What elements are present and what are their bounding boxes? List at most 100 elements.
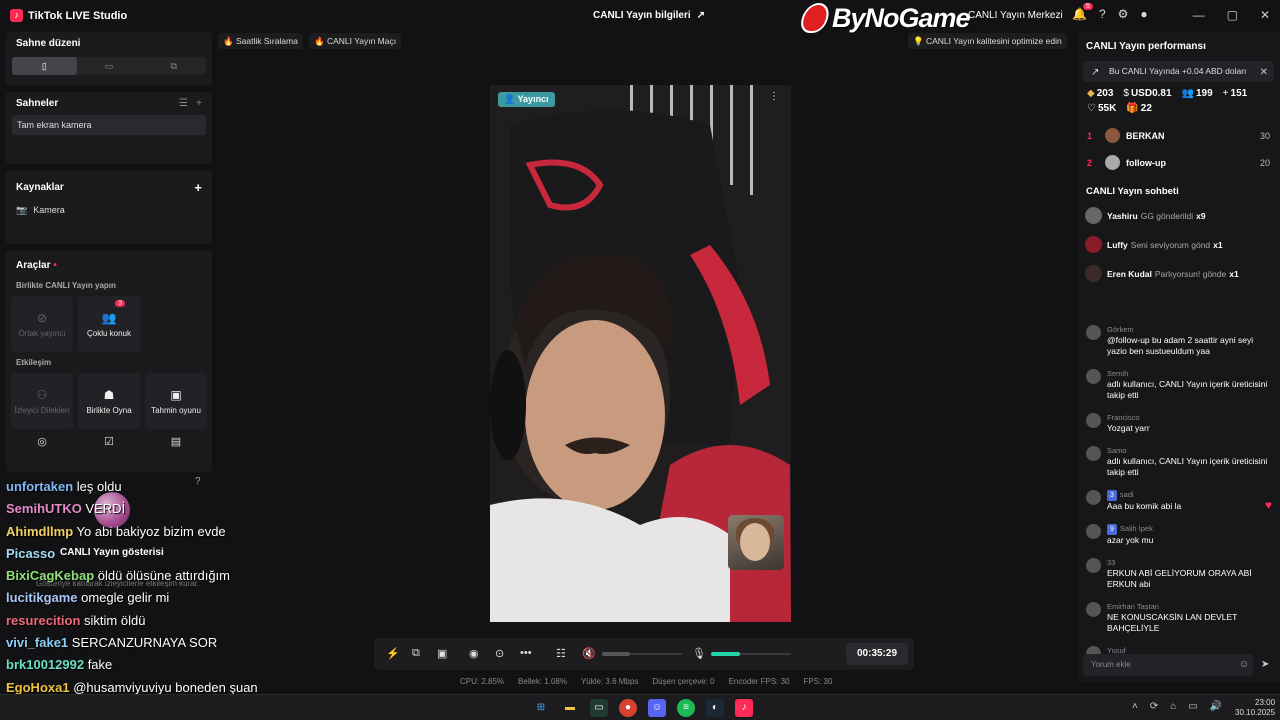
chat-username[interactable]: Semih bbox=[1107, 369, 1128, 378]
overlay-chat-user: EgoHoxa1 bbox=[6, 679, 70, 695]
target-icon[interactable]: ◎ bbox=[11, 435, 73, 448]
chat-username[interactable]: Samo bbox=[1107, 446, 1127, 455]
monitor-icon[interactable]: ▭ bbox=[1188, 701, 1197, 712]
co-host-button[interactable]: ⊘ Ortak yayıncı bbox=[11, 296, 73, 352]
file-explorer-icon[interactable]: ▬ bbox=[561, 699, 579, 717]
help-icon[interactable]: ? bbox=[1099, 7, 1106, 21]
comment-input[interactable]: Yorum ekle bbox=[1083, 654, 1253, 676]
landscape-layout-icon[interactable]: ▭ bbox=[77, 57, 142, 75]
chat-username[interactable]: 33 bbox=[1107, 558, 1115, 567]
multi-guest-button[interactable]: 3 👥 Çoklu konuk bbox=[78, 296, 140, 352]
rank-row[interactable]: 2 follow-up 20 bbox=[1087, 149, 1270, 176]
chrome-icon[interactable]: ● bbox=[619, 699, 637, 717]
speaker-icon[interactable]: 🔊 bbox=[1210, 701, 1222, 712]
add-scene-icon[interactable]: + bbox=[196, 98, 202, 109]
list-icon[interactable]: ☰ bbox=[179, 98, 188, 109]
tools-card: Araçlar • Birlikte CANLI Yayın yapın ⊘ Or… bbox=[6, 250, 212, 472]
taskbar-apps: ⊞ ▬ ▭ ● ☺ ≡ ◐ ♪ bbox=[532, 699, 753, 717]
chat-username[interactable]: Francisco bbox=[1107, 413, 1140, 422]
clock-time: 23:00 bbox=[1255, 698, 1276, 707]
live-timer: 00:35:29 bbox=[846, 643, 908, 665]
close-banner-icon[interactable]: ✕ bbox=[1260, 67, 1268, 78]
sources-title: Kaynaklar + bbox=[16, 180, 202, 195]
viewer-requests-button[interactable]: ⚇ İzleyici Dilekleri bbox=[11, 373, 73, 429]
sync-icon[interactable]: ⟳ bbox=[1150, 701, 1158, 712]
hourly-rank-chip[interactable]: 🔥 Saatlik Sıralama bbox=[218, 33, 303, 49]
more-icon[interactable]: ••• bbox=[520, 647, 532, 659]
chat-username[interactable]: Görkem bbox=[1107, 325, 1134, 334]
maximize-icon[interactable]: ▢ bbox=[1227, 8, 1238, 22]
discord-icon[interactable]: ☺ bbox=[648, 699, 666, 717]
watermark-logo: ByNoGame bbox=[797, 0, 971, 36]
optimize-chip[interactable]: 💡 CANLI Yayın kalitesini optimize edin bbox=[908, 33, 1067, 49]
windows-start-icon[interactable]: ⊞ bbox=[532, 699, 550, 717]
heart-icon: ♥ bbox=[1264, 498, 1272, 512]
chat-username[interactable]: Emirhan Taştan bbox=[1107, 602, 1159, 611]
overlay-chat-user: unfortaken bbox=[6, 479, 74, 494]
steam-icon[interactable]: ◐ bbox=[706, 699, 724, 717]
play-together-button[interactable]: ☗ Birlikte Oyna bbox=[78, 373, 140, 429]
portrait-layout-icon[interactable]: ▯ bbox=[12, 57, 77, 75]
terminal-icon[interactable]: ▭ bbox=[590, 699, 608, 717]
upload-stat: Yükle: 3.6 Mbps bbox=[580, 677, 639, 686]
chat-username[interactable]: Salih İpek bbox=[1120, 524, 1153, 533]
dual-layout-icon[interactable]: ⧉ bbox=[141, 57, 206, 75]
scene-item[interactable]: Tam ekran kamera bbox=[12, 115, 206, 135]
mic-slider[interactable] bbox=[711, 652, 791, 656]
overlay-chat-text: leş oldu bbox=[73, 479, 122, 494]
effects-icon[interactable]: ⧉ bbox=[412, 647, 420, 660]
avatar bbox=[1086, 524, 1101, 539]
chat-text: Yozgat yarr bbox=[1107, 423, 1150, 433]
stream-info-label: CANLI Yayın bilgileri bbox=[593, 10, 691, 21]
chevron-up-icon[interactable]: ˄ bbox=[1132, 701, 1138, 712]
add-source-icon[interactable]: + bbox=[194, 180, 202, 195]
checklist-icon[interactable]: ☑ bbox=[78, 435, 140, 448]
magic-wand-icon[interactable]: ⚡ bbox=[386, 647, 400, 660]
gift-row: Yashiru GG gönderildi x9 bbox=[1077, 201, 1280, 230]
volume-slider[interactable] bbox=[602, 652, 682, 656]
bell-icon[interactable]: 🔔 5 bbox=[1072, 3, 1093, 21]
video-preview[interactable]: 👤 Yayıncı ⋮ bbox=[490, 85, 791, 622]
send-icon[interactable]: ➤ bbox=[1261, 659, 1269, 670]
guess-game-button[interactable]: ▣ Tahmin oyunu bbox=[145, 373, 207, 429]
earnings-banner: ↗ Bu CANLI Yayında +0.04 ABD doları ✕ bbox=[1083, 61, 1274, 82]
mixer-icon[interactable]: ☷ bbox=[556, 647, 566, 660]
video-menu-icon[interactable]: ⋮ bbox=[769, 91, 779, 102]
live-center-link[interactable]: CANLI Yayın Merkezi bbox=[968, 10, 1063, 21]
minimize-icon[interactable]: — bbox=[1193, 8, 1205, 22]
box-icon[interactable]: ▤ bbox=[145, 435, 207, 448]
chat-username[interactable]: sadi bbox=[1120, 490, 1134, 499]
record-icon[interactable]: ◉ bbox=[469, 647, 479, 660]
guest-pip[interactable] bbox=[728, 515, 784, 570]
overlay-chat-line: Picasso bbox=[6, 543, 306, 565]
avatar bbox=[1086, 558, 1101, 573]
speaker-muted-icon[interactable]: 🔇 bbox=[582, 647, 596, 660]
gear-icon[interactable]: ⚙ bbox=[1118, 7, 1129, 21]
chat-text: adlı kullanıcı, CANLI Yayın içerik üreti… bbox=[1107, 456, 1268, 477]
likes-metric: ♡ 55K bbox=[1087, 103, 1117, 114]
stream-controls: ⚡ ⧉ ▣ ◉ ⊙ ••• ☷ 🔇 🎙 00:35:29 bbox=[374, 638, 914, 670]
rank-row[interactable]: 1 BERKAN 30 bbox=[1087, 122, 1270, 149]
gift-row: Luffy Seni seviyorum gönd x1 bbox=[1077, 230, 1280, 259]
chat-message: Emirhan Taştan NE KONUSCAKSİN LAN DEVLET … bbox=[1077, 599, 1280, 636]
overlay-chat-text: Yo abi bakiyoz bizim evde bbox=[73, 523, 226, 539]
usb-icon[interactable]: ⌂ bbox=[1170, 701, 1176, 712]
overlay-chat-text: omegle gelir mi bbox=[77, 590, 170, 606]
tiktok-icon[interactable]: ♪ bbox=[735, 699, 753, 717]
live-match-chip[interactable]: 🔥 CANLI Yayın Maçı bbox=[309, 33, 402, 49]
cpu-stat: CPU: 2.85% bbox=[460, 677, 505, 686]
chat-message: 9 Salih İpek azar yok mu bbox=[1077, 521, 1280, 548]
source-item[interactable]: 📷 Kamera bbox=[6, 201, 212, 224]
tools-title: Araçlar • bbox=[16, 260, 57, 271]
close-icon[interactable]: ✕ bbox=[1260, 8, 1270, 22]
screen-icon[interactable]: ▣ bbox=[437, 647, 447, 660]
emoji-icon[interactable]: ☺ bbox=[1239, 659, 1249, 670]
users-icon: 👥 bbox=[101, 310, 117, 325]
spotify-icon[interactable]: ≡ bbox=[677, 699, 695, 717]
microphone-icon[interactable]: 🎙 bbox=[692, 647, 706, 660]
stream-info-button[interactable]: CANLI Yayın bilgileri ↗ bbox=[593, 10, 705, 21]
metrics: ◆ 203 $ USD0.81 👥 199 +151 ♡ 55K 🎁 22 bbox=[1077, 82, 1280, 114]
avatar[interactable]: ● bbox=[1140, 7, 1147, 21]
avatar bbox=[1086, 369, 1101, 384]
camera-switch-icon[interactable]: ⊙ bbox=[495, 647, 504, 660]
